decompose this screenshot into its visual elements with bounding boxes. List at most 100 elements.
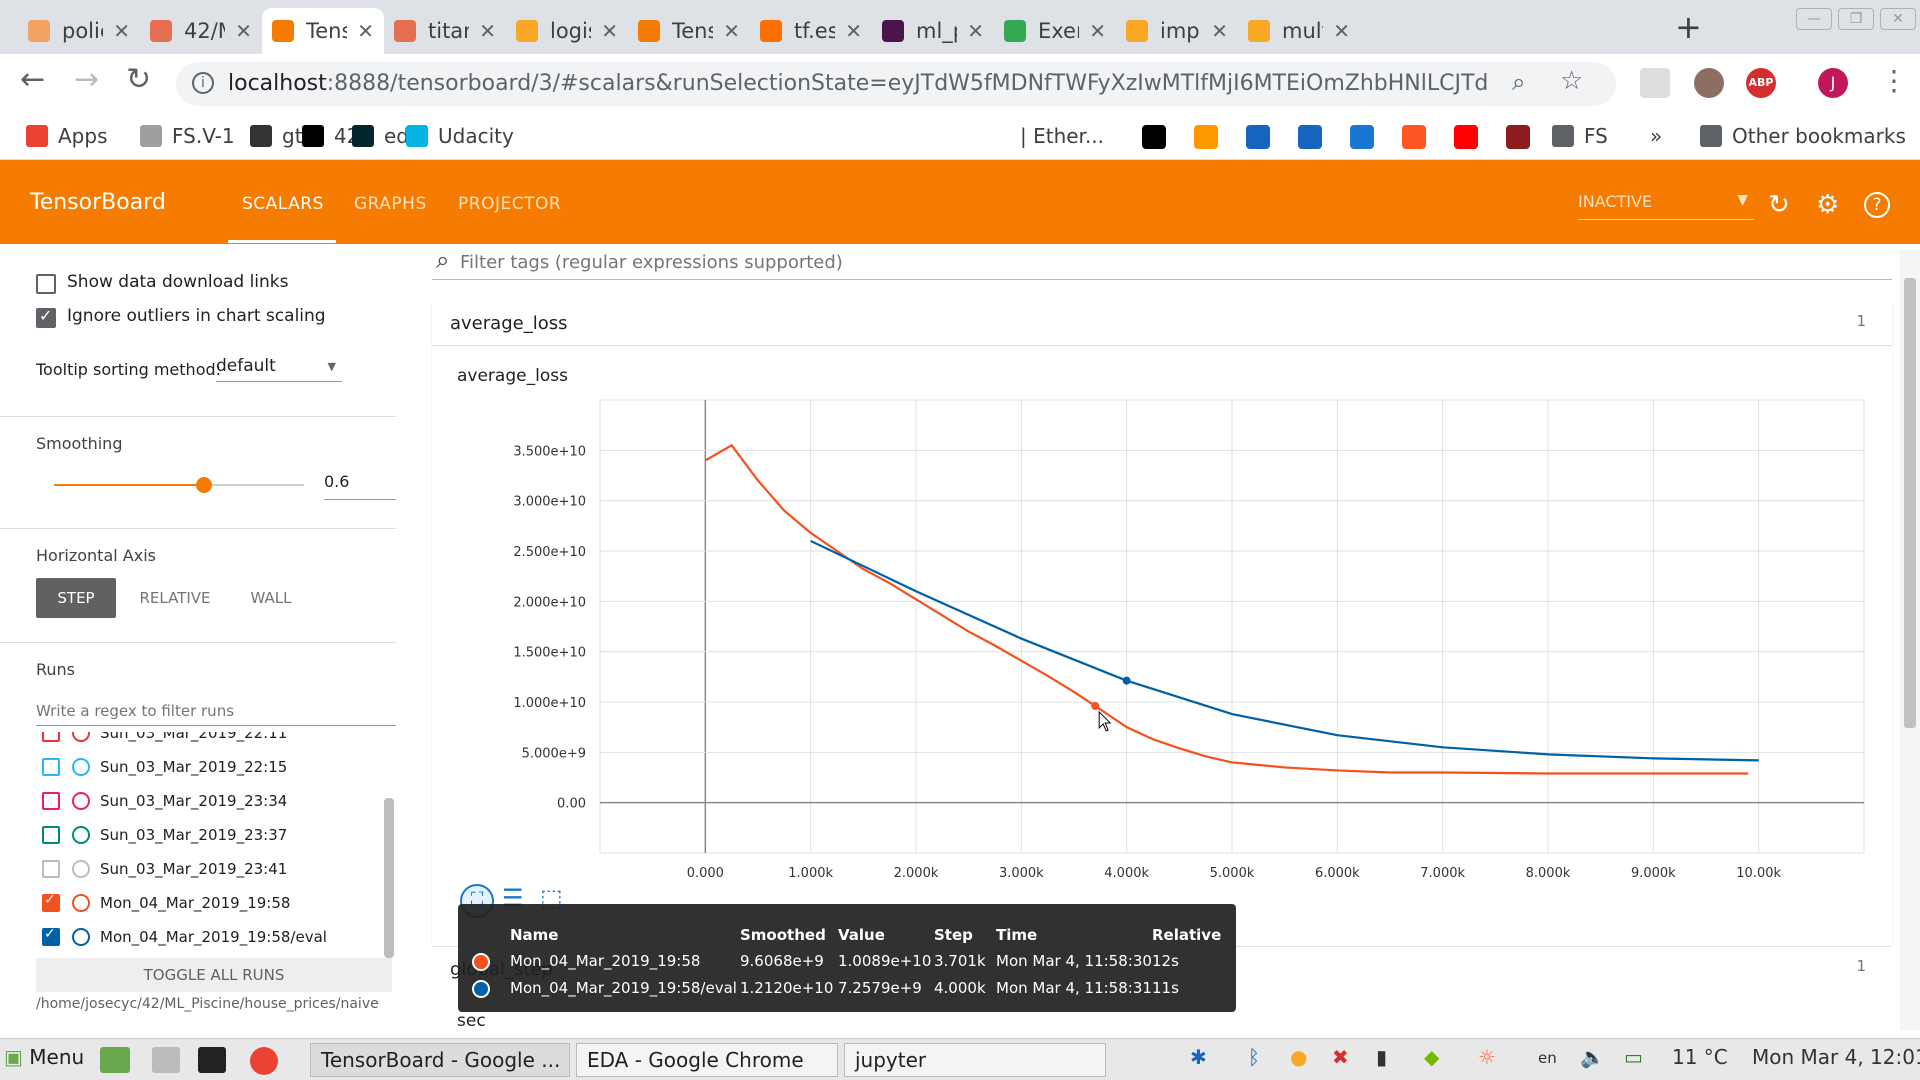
axis-step-button[interactable]: STEP xyxy=(36,578,116,618)
close-tab-icon[interactable]: ✕ xyxy=(113,19,130,43)
browser-tab[interactable]: ml_p ✕ xyxy=(872,8,994,54)
redshift-icon[interactable]: ☼ xyxy=(1478,1045,1496,1069)
tab-projector[interactable]: PROJECTOR xyxy=(458,194,561,214)
bookmark-favicon-icon[interactable] xyxy=(1454,125,1478,149)
browser-tab[interactable]: 42/M ✕ xyxy=(140,8,262,54)
bluetooth-manager-icon[interactable]: ᛒ xyxy=(1248,1045,1260,1069)
update-warning-icon[interactable]: ✖ xyxy=(1332,1045,1349,1069)
zoom-icon[interactable]: ⌕ xyxy=(1512,68,1525,96)
tab-scalars[interactable]: SCALARS xyxy=(242,194,324,214)
menu-kebab-icon[interactable]: ⋮ xyxy=(1880,64,1908,97)
run-item[interactable]: Sun_03_Mar_2019_22:15 xyxy=(0,752,380,782)
run-color-swatch[interactable] xyxy=(72,792,90,810)
gear-icon[interactable]: ⚙ xyxy=(1816,190,1839,220)
address-bar[interactable]: i localhost:8888/tensorboard/3/#scalars&… xyxy=(176,62,1616,106)
tag-filter-bar[interactable]: ⌕ Filter tags (regular expressions suppo… xyxy=(432,244,1892,280)
show-download-links-checkbox[interactable] xyxy=(36,274,56,294)
bookmark-favicon-icon[interactable] xyxy=(1142,125,1166,149)
nvidia-icon[interactable]: ◆ xyxy=(1424,1045,1439,1069)
reload-icon[interactable]: ↻ xyxy=(126,62,151,97)
volume-icon[interactable]: 🔈 xyxy=(1580,1045,1605,1069)
bookmark-item[interactable]: | Ether... xyxy=(1020,124,1104,148)
run-item[interactable]: Sun_03_Mar_2019_23:34 xyxy=(0,786,380,816)
close-window-icon[interactable]: ✕ xyxy=(1880,8,1916,30)
category-header-average-loss[interactable]: average_loss 1 xyxy=(432,302,1892,346)
close-tab-icon[interactable]: ✕ xyxy=(235,19,252,43)
bookmark-item[interactable]: Other bookmarks xyxy=(1700,124,1906,148)
cast-icon[interactable] xyxy=(1640,68,1670,98)
bookmark-item[interactable]: FS.V-1 xyxy=(140,124,235,148)
page-scrollbar-thumb[interactable] xyxy=(1904,278,1916,728)
chrome-launcher-icon[interactable] xyxy=(250,1047,278,1075)
task-eda[interactable]: EDA - Google Chrome xyxy=(576,1043,838,1077)
bookmark-item[interactable]: 42 xyxy=(302,124,359,148)
axis-relative-button[interactable]: RELATIVE xyxy=(128,578,222,618)
bookmark-item[interactable]: Udacity xyxy=(406,124,514,148)
tensorboard-logo[interactable]: TensorBoard xyxy=(30,190,166,215)
run-item[interactable]: Sun_03_Mar_2019_22:11 xyxy=(0,732,380,748)
refresh-icon[interactable]: ↻ xyxy=(1768,190,1790,220)
close-tab-icon[interactable]: ✕ xyxy=(479,19,496,43)
close-tab-icon[interactable]: ✕ xyxy=(845,19,862,43)
run-checkbox[interactable] xyxy=(42,826,60,844)
browser-tab[interactable]: Tenso ✕ xyxy=(628,8,750,54)
run-color-swatch[interactable] xyxy=(72,894,90,912)
run-color-swatch[interactable] xyxy=(72,860,90,878)
clock[interactable]: Mon Mar 4, 12:01 xyxy=(1752,1045,1920,1069)
bookmark-star-icon[interactable]: ☆ xyxy=(1560,66,1583,96)
forward-icon[interactable]: → xyxy=(74,62,99,97)
close-tab-icon[interactable]: ✕ xyxy=(1333,19,1350,43)
browser-tab[interactable]: policy ✕ xyxy=(18,8,140,54)
run-color-swatch[interactable] xyxy=(72,732,90,742)
close-tab-icon[interactable]: ✕ xyxy=(357,19,374,43)
task-jupyter[interactable]: jupyter xyxy=(844,1043,1106,1077)
tab-graphs[interactable]: GRAPHS xyxy=(354,194,427,214)
file-manager-icon[interactable] xyxy=(152,1047,180,1073)
language-indicator[interactable]: en xyxy=(1538,1049,1557,1067)
tomato-timer-icon[interactable] xyxy=(1694,68,1724,98)
close-tab-icon[interactable]: ✕ xyxy=(601,19,618,43)
profile-avatar[interactable]: J xyxy=(1818,68,1848,98)
task-tensorboard[interactable]: TensorBoard - Google ... xyxy=(310,1043,570,1077)
close-tab-icon[interactable]: ✕ xyxy=(967,19,984,43)
run-item[interactable]: Sun_03_Mar_2019_23:41 xyxy=(0,854,380,884)
info-icon[interactable]: i xyxy=(192,72,214,94)
bluetooth-icon[interactable]: ✱ xyxy=(1190,1045,1207,1069)
weather-applet-icon[interactable]: ● xyxy=(1290,1045,1307,1069)
inactive-dropdown[interactable]: INACTIVE ▼ xyxy=(1578,192,1754,220)
page-scrollbar[interactable] xyxy=(1900,250,1920,1030)
toggle-all-runs-button[interactable]: TOGGLE ALL RUNS xyxy=(36,958,392,992)
system-monitor-icon[interactable]: ▮ xyxy=(1376,1045,1387,1069)
adblock-icon[interactable]: ABP xyxy=(1746,68,1776,98)
bookmark-favicon-icon[interactable] xyxy=(1506,125,1530,149)
bookmark-favicon-icon[interactable] xyxy=(1194,125,1218,149)
browser-tab[interactable]: multi ✕ xyxy=(1238,8,1360,54)
run-checkbox[interactable]: ✓ xyxy=(42,926,60,946)
browser-tab[interactable]: tf.est ✕ xyxy=(750,8,872,54)
url-text[interactable]: localhost:8888/tensorboard/3/#scalars&ru… xyxy=(228,71,1488,96)
run-checkbox[interactable] xyxy=(42,792,60,810)
close-tab-icon[interactable]: ✕ xyxy=(1089,19,1106,43)
run-checkbox[interactable] xyxy=(42,860,60,878)
start-menu-button[interactable]: ▣ Menu xyxy=(4,1045,84,1069)
bookmark-favicon-icon[interactable] xyxy=(1246,125,1270,149)
browser-tab[interactable]: Exerc ✕ xyxy=(994,8,1116,54)
bookmark-favicon-icon[interactable] xyxy=(1298,125,1322,149)
run-item[interactable]: ✓ Mon_04_Mar_2019_19:58/eval xyxy=(0,922,380,952)
smoothing-input[interactable]: 0.6 xyxy=(324,468,396,500)
run-color-swatch[interactable] xyxy=(72,826,90,844)
runs-filter-input[interactable]: Write a regex to filter runs xyxy=(36,696,396,726)
runs-scrollbar[interactable] xyxy=(384,798,394,958)
bookmark-favicon-icon[interactable] xyxy=(1350,125,1374,149)
back-icon[interactable]: ← xyxy=(20,62,45,97)
bookmark-favicon-icon[interactable] xyxy=(1402,125,1426,149)
bookmark-item[interactable]: Apps xyxy=(26,124,108,148)
run-checkbox[interactable]: ✓ xyxy=(42,892,60,912)
bookmark-item[interactable]: FS xyxy=(1552,124,1608,148)
smoothing-slider-track[interactable] xyxy=(54,477,304,493)
battery-icon[interactable]: ▭ xyxy=(1624,1045,1643,1069)
tooltip-sorting-select[interactable]: default ▼ xyxy=(216,352,342,382)
minimize-icon[interactable]: — xyxy=(1796,8,1832,30)
average-loss-chart[interactable]: 0.00 5.000e+9 1.000e+10 1.500e+10 2.000e+10 2… xyxy=(432,346,1892,906)
close-tab-icon[interactable]: ✕ xyxy=(1211,19,1228,43)
